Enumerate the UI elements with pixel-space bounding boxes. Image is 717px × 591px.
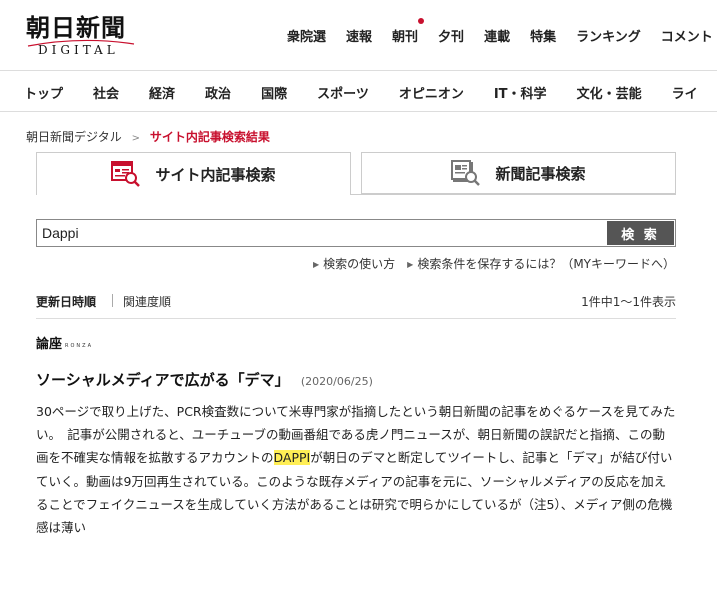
tab-newspaper-search-label: 新聞記事検索 [495, 164, 586, 183]
category-life[interactable]: ライ [672, 83, 698, 102]
category-economy[interactable]: 経済 [149, 83, 175, 102]
tab-newspaper-search[interactable]: 新聞記事検索 [361, 152, 676, 194]
search-input[interactable] [37, 220, 607, 246]
logo-digital: DIGITAL [38, 43, 119, 57]
category-sports[interactable]: スポーツ [317, 83, 369, 102]
site-logo[interactable]: 朝日新聞 DIGITAL [26, 8, 166, 58]
result-date: (2020/06/25) [300, 375, 373, 388]
site-search-icon [111, 161, 141, 187]
top-link-sokuho[interactable]: 速報 [346, 26, 372, 45]
category-international[interactable]: 国際 [261, 83, 287, 102]
snippet-highlight: DAPPI [273, 450, 311, 466]
breadcrumb: 朝日新聞デジタル > サイト内記事検索結果 [26, 128, 270, 145]
triangle-right-icon: ▶ [312, 260, 320, 269]
breadcrumb-current: サイト内記事検索結果 [149, 130, 270, 144]
result-snippet: 30ページで取り上げた、PCR検査数について米専門家が指摘したという朝日新聞の記… [36, 400, 676, 539]
search-form: 検 索 [36, 219, 676, 247]
result-title[interactable]: ソーシャルメディアで広がる「デマ」 (2020/06/25) [36, 369, 373, 390]
newspaper-search-icon [451, 160, 481, 186]
source-latin: RONZA [65, 343, 94, 349]
search-button[interactable]: 検 索 [607, 221, 674, 245]
sort-by-date[interactable]: 更新日時順 [36, 293, 96, 310]
top-link-choukan[interactable]: 朝刊 [392, 18, 425, 45]
result-title-text: ソーシャルメディアで広がる「デマ」 [36, 371, 290, 389]
save-search-link[interactable]: ▶ 検索条件を保存するには？（MYキーワードへ） [407, 255, 675, 272]
source-logo: 論座 RONZA [36, 337, 94, 352]
sort-by-relevance[interactable]: 関連度順 [123, 293, 171, 310]
triangle-right-icon: ▶ [407, 260, 414, 269]
top-link-yukan[interactable]: 夕刊 [438, 26, 464, 45]
category-opinion[interactable]: オピニオン [399, 83, 464, 102]
top-link-rensai[interactable]: 連載 [484, 26, 510, 45]
category-nav: トップ 社会 経済 政治 国際 スポーツ オピニオン IT・科学 文化・芸能 ラ… [0, 70, 717, 112]
breadcrumb-home[interactable]: 朝日新聞デジタル [26, 130, 122, 144]
sort-divider [112, 294, 113, 307]
tab-site-search-label: サイト内記事検索 [155, 165, 276, 184]
result-count: 1件中1〜1件表示 [581, 295, 676, 309]
top-link-shuinsen[interactable]: 衆院選 [287, 26, 326, 45]
category-society[interactable]: 社会 [93, 83, 119, 102]
top-link-tokushu[interactable]: 特集 [530, 26, 556, 45]
category-it-science[interactable]: IT・科学 [494, 83, 547, 102]
category-top[interactable]: トップ [24, 83, 63, 102]
tab-site-search[interactable]: サイト内記事検索 [36, 152, 351, 195]
top-link-comment[interactable]: コメント [661, 26, 713, 45]
sort-bar: 更新日時順 関連度順 1件中1〜1件表示 [36, 291, 676, 319]
search-help-links: ▶ 検索の使い方 ▶ 検索条件を保存するには？（MYキーワードへ） [301, 255, 675, 272]
category-politics[interactable]: 政治 [205, 83, 231, 102]
tab-divider [36, 194, 676, 195]
category-culture[interactable]: 文化・芸能 [577, 83, 642, 102]
breadcrumb-separator: > [131, 133, 140, 144]
search-help-link[interactable]: ▶ 検索の使い方 [313, 255, 395, 272]
top-link-ranking[interactable]: ランキング [576, 26, 641, 45]
source-name: 論座 [36, 337, 63, 352]
new-dot-icon [418, 18, 425, 24]
top-nav: 衆院選 速報 朝刊 夕刊 連載 特集 ランキング コメント [287, 18, 713, 45]
